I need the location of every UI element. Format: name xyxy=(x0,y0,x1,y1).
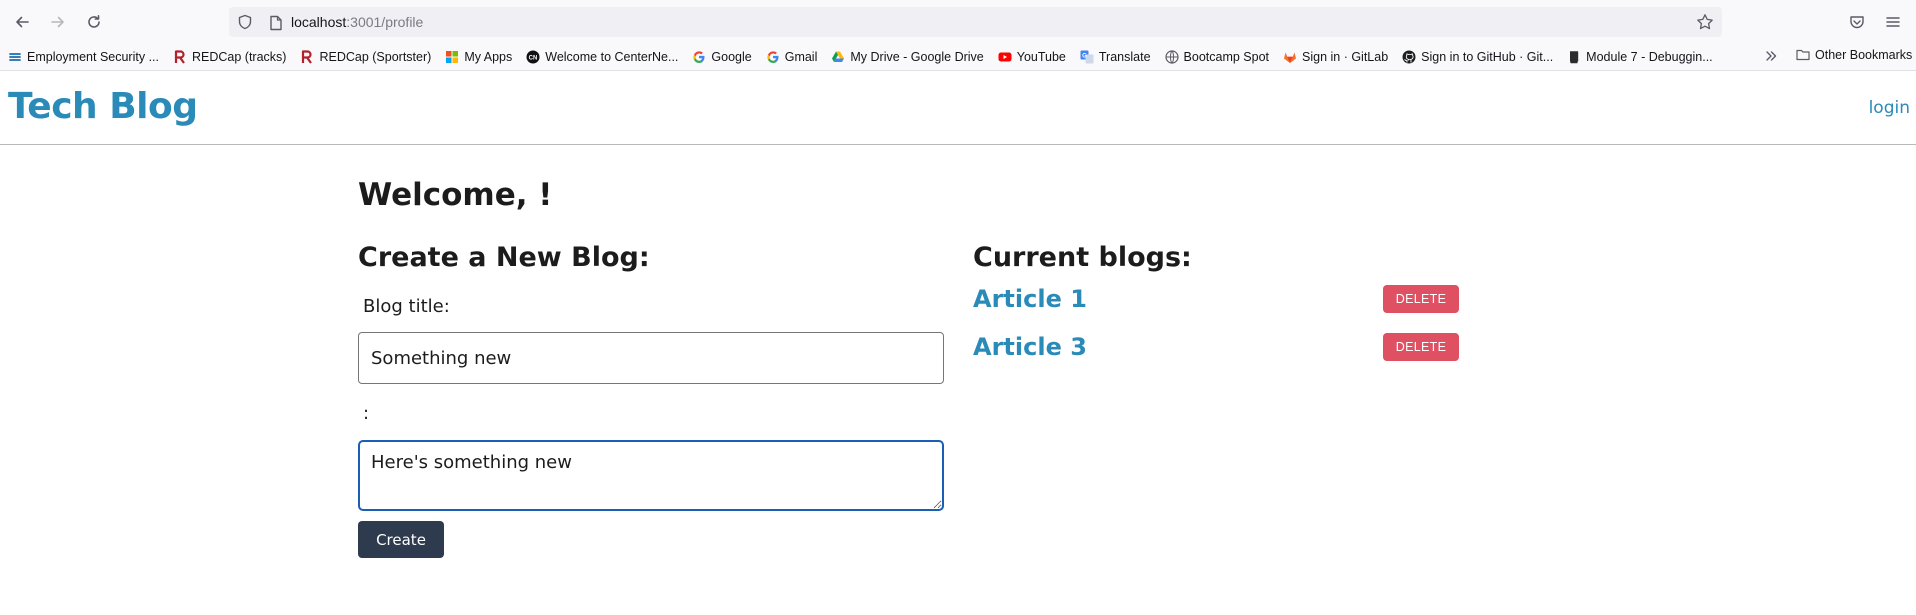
other-bookmarks-label: Other Bookmarks xyxy=(1815,48,1913,62)
bookmark-label: REDCap (tracks) xyxy=(192,50,287,64)
page-info-icon[interactable] xyxy=(269,15,283,31)
bookmark-item[interactable]: REDCap (Sportster) xyxy=(300,48,431,66)
reload-button[interactable] xyxy=(78,6,110,38)
bookmark-item[interactable]: CN Welcome to CenterNe... xyxy=(526,48,678,66)
gitlab-icon xyxy=(1283,50,1297,64)
google-drive-icon xyxy=(831,50,845,64)
github-icon xyxy=(1402,50,1416,64)
bookmark-item[interactable]: G Translate xyxy=(1080,48,1151,66)
bookmark-item[interactable]: My Drive - Google Drive xyxy=(831,48,984,66)
bookmark-label: Sign in · GitLab xyxy=(1302,50,1389,64)
app-menu-button[interactable] xyxy=(1877,6,1909,38)
google-icon xyxy=(766,50,780,64)
redcap-icon xyxy=(173,50,187,64)
other-bookmarks-folder[interactable]: Other Bookmarks xyxy=(1796,48,1912,62)
bookmark-label: My Drive - Google Drive xyxy=(850,50,984,64)
delete-button[interactable]: DELETE xyxy=(1383,333,1459,361)
url-host: localhost xyxy=(291,14,347,30)
bookmark-label: Gmail xyxy=(784,50,818,64)
bookmark-label: Module 7 - Debuggin... xyxy=(1586,50,1713,64)
bookmarks-toolbar: Employment Security ... REDCap (tracks) RE… xyxy=(0,44,1916,71)
bookmark-item[interactable]: Sign in to GitHub · Git... xyxy=(1402,48,1553,66)
create-blog-heading: Create a New Blog: xyxy=(358,242,650,273)
site-title[interactable]: Tech Blog xyxy=(8,86,198,127)
browser-toolbar: localhost:3001/profile xyxy=(0,0,1916,44)
pocket-button[interactable] xyxy=(1841,6,1873,38)
centernet-icon: CN xyxy=(526,50,540,64)
folder-icon xyxy=(1796,48,1810,62)
bookmarks-list: Employment Security ... REDCap (tracks) RE… xyxy=(8,48,1727,66)
blog-body-textarea[interactable]: Here's something new xyxy=(358,440,944,511)
book-icon xyxy=(1567,50,1581,64)
bookmark-item[interactable]: REDCap (tracks) xyxy=(173,48,286,66)
welcome-heading: Welcome, ! xyxy=(358,177,553,213)
bookmark-item[interactable]: Google xyxy=(692,48,752,66)
bookmark-item[interactable]: Gmail xyxy=(766,48,818,66)
double-chevron-right-icon xyxy=(1766,51,1777,61)
delete-button[interactable]: DELETE xyxy=(1383,285,1459,313)
svg-text:CN: CN xyxy=(529,56,538,62)
blog-title-input[interactable] xyxy=(358,332,944,384)
globe-icon xyxy=(1164,50,1179,64)
bookmark-label: Bootcamp Spot xyxy=(1183,50,1269,64)
back-arrow-icon xyxy=(16,16,29,28)
reload-icon xyxy=(88,15,100,28)
blog-title-label: Blog title: xyxy=(363,296,450,317)
bookmark-label: Translate xyxy=(1098,50,1151,64)
current-blogs-heading: Current blogs: xyxy=(973,242,1192,273)
google-icon xyxy=(692,50,706,64)
bookmark-label: Welcome to CenterNe... xyxy=(545,50,679,64)
bookmark-label: Google xyxy=(711,50,752,64)
hamburger-menu-icon xyxy=(1886,17,1900,27)
bookmark-item[interactable]: Employment Security ... xyxy=(8,48,159,66)
translate-icon: G xyxy=(1080,50,1094,64)
pocket-icon xyxy=(1850,16,1864,29)
blog-link-article-3[interactable]: Article 3 xyxy=(973,333,1087,361)
bookmark-label: Employment Security ... xyxy=(27,50,159,64)
bookmark-label: YouTube xyxy=(1016,50,1066,64)
login-link[interactable]: login xyxy=(1869,98,1910,118)
url-text[interactable]: localhost:3001/profile xyxy=(291,14,423,30)
bookmark-star-icon[interactable] xyxy=(1696,13,1714,31)
employment-security-icon xyxy=(8,50,22,64)
bookmark-label: REDCap (Sportster) xyxy=(319,50,432,64)
bookmark-item[interactable]: YouTube xyxy=(998,48,1066,66)
blog-body-label: : xyxy=(363,403,370,424)
tracking-shield-icon[interactable] xyxy=(237,14,253,30)
forward-arrow-icon xyxy=(51,16,64,28)
svg-text:G: G xyxy=(1082,54,1087,60)
bookmarks-overflow-button[interactable] xyxy=(1764,49,1778,66)
create-button[interactable]: Create xyxy=(358,521,444,558)
blog-link-article-1[interactable]: Article 1 xyxy=(973,285,1087,313)
redcap-icon xyxy=(300,50,314,64)
bookmark-item[interactable]: Module 7 - Debuggin... xyxy=(1567,48,1713,66)
back-button[interactable] xyxy=(6,6,38,38)
forward-button[interactable] xyxy=(42,6,74,38)
bookmark-item[interactable]: Sign in · GitLab xyxy=(1283,48,1388,66)
url-bar[interactable]: localhost:3001/profile xyxy=(229,7,1722,37)
bookmark-item[interactable]: My Apps xyxy=(445,48,512,66)
bookmark-item[interactable]: Bootcamp Spot xyxy=(1164,48,1269,66)
site-header: Tech Blog login xyxy=(0,71,1916,145)
bookmark-label: Sign in to GitHub · Git... xyxy=(1421,50,1554,64)
url-path: :3001/profile xyxy=(346,14,424,30)
bookmark-label: My Apps xyxy=(464,50,513,64)
youtube-icon xyxy=(998,50,1012,64)
microsoft-apps-icon xyxy=(445,50,459,64)
